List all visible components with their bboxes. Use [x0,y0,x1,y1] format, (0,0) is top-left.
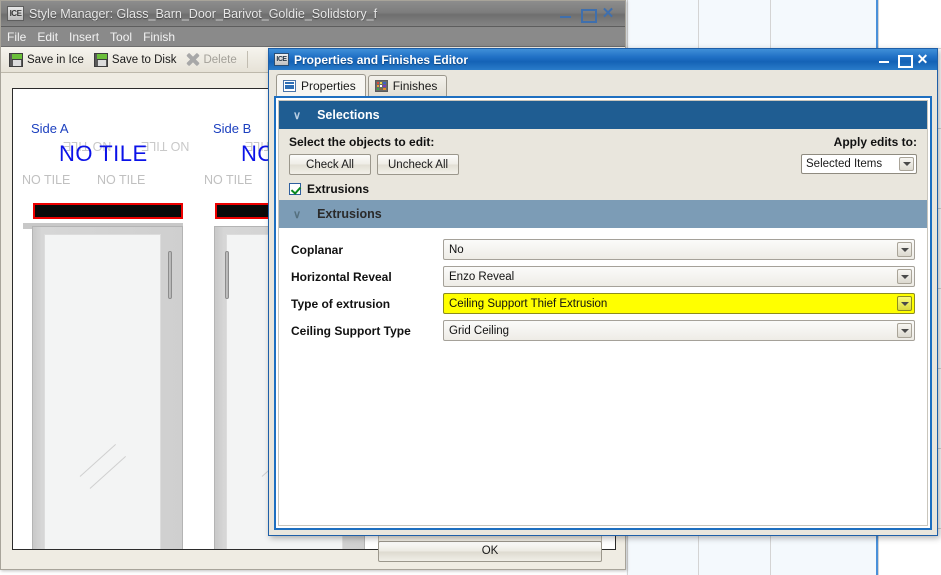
type-of-extrusion-select[interactable]: Ceiling Support Thief Extrusion [443,293,915,314]
horizontal-reveal-value: Enzo Reveal [449,270,515,283]
save-to-disk-button[interactable]: Save to Disk [91,52,180,68]
extrusions-property-list: Coplanar No Horizontal Reveal Enzo Revea… [279,228,927,344]
chevron-down-icon[interactable] [897,269,912,284]
dialog-title: Properties and Finishes Editor [294,52,469,67]
chevron-down-icon[interactable]: ∨ [293,109,301,122]
ceiling-support-type-select[interactable]: Grid Ceiling [443,320,915,341]
horizontal-reveal-label: Horizontal Reveal [291,269,392,284]
property-row: Type of extrusion Ceiling Support Thief … [291,290,915,317]
save-icon [93,52,108,67]
door-handle [225,251,229,299]
save-in-ice-button[interactable]: Save in Ice [6,52,87,68]
select-objects-prompt: Select the objects to edit: [289,135,435,149]
selections-section-body: Select the objects to edit: Check All Un… [279,129,927,200]
ice-app-icon: ICE [7,6,24,21]
type-of-extrusion-label: Type of extrusion [291,296,391,311]
style-manager-title: Style Manager: Glass_Barn_Door_Barivot_G… [29,6,378,21]
header-extrusion-bar[interactable] [33,203,183,219]
style-manager-window-buttons: ✕ [559,6,621,23]
no-tile-label: NO TILE [97,173,146,187]
no-tile-label: NO TILE [204,173,253,187]
dialog-window-buttons: ✕ [878,52,934,68]
no-tile-label-primary: NO TILE [59,141,148,166]
chevron-down-icon[interactable] [897,296,912,311]
screen: ICE Style Manager: Glass_Barn_Door_Bariv… [0,0,941,575]
coplanar-select[interactable]: No [443,239,915,260]
menu-item-insert[interactable]: Insert [69,30,99,44]
no-tile-label-flipped: NO TILE [141,139,190,153]
minimize-icon[interactable] [559,7,573,21]
delete-button: Delete [183,52,239,67]
selections-section-header[interactable]: ∨ Selections [279,101,927,129]
extrusions-section-title: Extrusions [317,207,382,221]
list-icon [283,79,296,92]
extrusions-checkbox-row[interactable]: Extrusions [289,182,917,196]
menu-item-finish[interactable]: Finish [143,30,175,44]
menu-item-tool[interactable]: Tool [110,30,132,44]
ice-app-icon: ICE [274,53,289,66]
menu-item-edit[interactable]: Edit [37,30,58,44]
apply-edits-to-value: Selected Items [806,158,883,170]
apply-edits-to-select[interactable]: Selected Items [801,154,917,174]
property-row: Horizontal Reveal Enzo Reveal [291,263,915,290]
save-in-ice-label: Save in Ice [27,53,84,66]
close-icon[interactable]: ✕ [916,52,929,66]
ceiling-support-type-value: Grid Ceiling [449,324,510,337]
coplanar-label: Coplanar [291,242,344,257]
side-a-label: Side A [31,121,69,136]
extrusions-section-header[interactable]: ∨ Extrusions [279,200,927,228]
ok-button[interactable]: OK [378,541,602,562]
properties-panel: ∨ Selections Select the objects to edit:… [274,96,932,530]
chevron-down-icon[interactable]: ∨ [293,208,301,221]
property-row: Ceiling Support Type Grid Ceiling [291,317,915,344]
property-row: Coplanar No [291,236,915,263]
extrusions-checkbox[interactable] [289,183,301,195]
horizontal-reveal-select[interactable]: Enzo Reveal [443,266,915,287]
save-to-disk-label: Save to Disk [111,53,177,66]
tab-properties[interactable]: Properties [276,74,366,96]
door-handle [168,251,172,299]
no-tile-label: NO TILE [22,173,71,187]
palette-icon [374,80,388,92]
maximize-icon[interactable] [580,7,597,23]
extrusions-checkbox-label: Extrusions [307,182,370,196]
maximize-icon[interactable] [897,53,913,68]
style-manager-titlebar[interactable]: ICE Style Manager: Glass_Barn_Door_Bariv… [1,1,625,27]
check-all-button[interactable]: Check All [289,154,371,175]
type-of-extrusion-value: Ceiling Support Thief Extrusion [449,297,608,310]
close-icon[interactable]: ✕ [601,6,615,21]
style-manager-menubar: File Edit Insert Tool Finish [1,27,625,47]
properties-and-finishes-editor-dialog: ICE Properties and Finishes Editor ✕ Pro… [268,48,938,536]
delete-icon [186,53,199,66]
save-icon [9,52,23,67]
dialog-titlebar[interactable]: ICE Properties and Finishes Editor ✕ [269,49,937,70]
ceiling-support-type-label: Ceiling Support Type [291,323,411,338]
dialog-tabstrip: Properties Finishes [274,74,932,96]
chevron-down-icon[interactable] [897,323,912,338]
chevron-down-icon[interactable] [899,157,914,171]
menu-item-file[interactable]: File [7,30,26,44]
uncheck-all-button[interactable]: Uncheck All [377,154,460,175]
tab-properties-label: Properties [301,78,356,93]
side-b-label: Side B [213,121,252,136]
delete-label: Delete [203,53,237,66]
selections-section-title: Selections [317,108,380,122]
door-glass [44,234,161,549]
tab-finishes[interactable]: Finishes [367,75,448,96]
apply-edits-to-label: Apply edits to: [833,135,917,149]
chevron-down-icon[interactable] [897,242,912,257]
toolbar-separator [246,51,248,68]
coplanar-value: No [449,243,464,256]
dialog-body: Properties Finishes ∨ Selections Select … [269,70,937,535]
door-preview-side-a[interactable] [32,226,183,549]
minimize-icon[interactable] [878,53,891,66]
tab-finishes-label: Finishes [392,79,438,93]
